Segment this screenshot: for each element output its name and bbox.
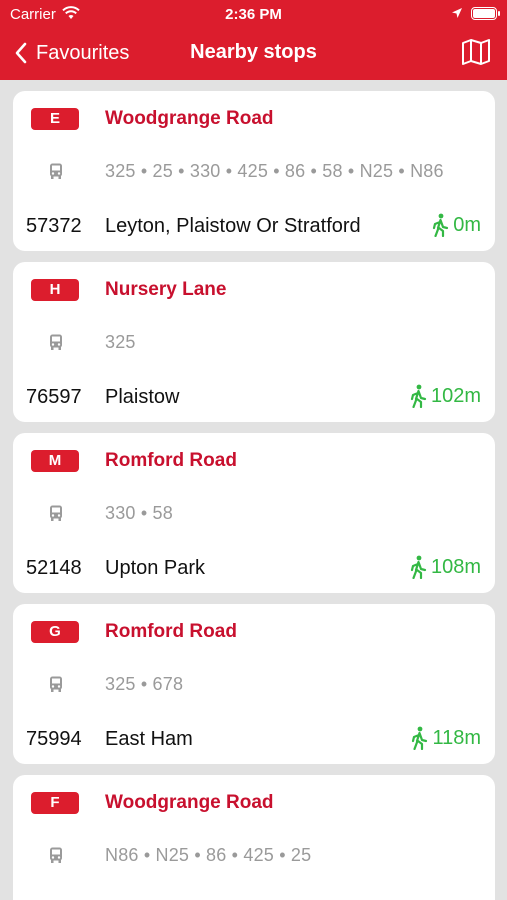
walking-distance: 102m (409, 384, 481, 408)
walking-distance-value: 102m (430, 384, 481, 407)
stop-code: 75994 (26, 728, 82, 750)
clock: 2:36 PM (225, 6, 282, 23)
stop-letter-badge: G (31, 621, 79, 643)
walking-distance: 0m (431, 213, 481, 237)
stop-destination: East Ham (105, 728, 193, 750)
navigation-bar: Carrier 2:36 PM Favourites Nearby stops (0, 0, 507, 80)
stop-destination: Plaistow (105, 386, 180, 408)
route-list: 325 • 25 • 330 • 425 • 86 • 58 • N25 • N… (105, 161, 444, 181)
stop-name: Nursery Lane (105, 279, 227, 300)
stop-code: 52148 (26, 557, 82, 579)
bus-icon (50, 676, 62, 692)
page-title: Nearby stops (190, 41, 317, 63)
stop-code: 57372 (26, 215, 82, 237)
walking-distance-value: 118m (432, 726, 481, 749)
stop-card[interactable]: E Woodgrange Road 325 • 25 • 330 • 425 •… (13, 91, 495, 251)
walking-person-icon (412, 726, 428, 750)
stop-letter-badge: H (31, 279, 79, 301)
stop-letter-badge: F (31, 792, 79, 814)
walking-distance-value: 108m (430, 555, 481, 578)
route-list: 325 • 678 (105, 674, 184, 694)
stop-card[interactable]: H Nursery Lane 325 76597 Plaistow 102m (13, 262, 495, 422)
bus-icon (50, 163, 62, 179)
walking-distance: 108m (409, 555, 481, 579)
stop-name: Woodgrange Road (105, 108, 274, 129)
stop-destination: Leyton, Plaistow Or Stratford (105, 215, 361, 237)
stop-name: Romford Road (105, 621, 237, 642)
walking-distance-value: 0m (453, 213, 481, 236)
bus-icon (50, 847, 62, 863)
stop-name: Romford Road (105, 450, 237, 471)
stop-code: 76597 (26, 386, 82, 408)
walking-person-icon (410, 555, 427, 579)
stop-name: Woodgrange Road (105, 792, 274, 813)
walking-distance: 118m (410, 726, 481, 750)
nearby-stops-list[interactable]: E Woodgrange Road 325 • 25 • 330 • 425 •… (0, 80, 507, 900)
bus-icon (50, 334, 62, 350)
walking-person-icon (433, 213, 449, 237)
walking-person-icon (410, 384, 427, 408)
map-icon[interactable] (461, 38, 491, 66)
route-list: N86 • N25 • 86 • 425 • 25 (105, 845, 312, 865)
stop-card[interactable]: M Romford Road 330 • 58 52148 Upton Park… (13, 433, 495, 593)
battery-icon (471, 7, 500, 20)
stop-card[interactable]: G Romford Road 325 • 678 75994 East Ham … (13, 604, 495, 764)
status-bar: Carrier 2:36 PM (0, 0, 507, 28)
route-list: 330 • 58 (105, 503, 173, 523)
stop-card[interactable]: F Woodgrange Road N86 • N25 • 86 • 425 •… (13, 775, 495, 900)
stop-letter-badge: E (31, 108, 79, 130)
route-list: 325 (105, 332, 136, 352)
bus-icon (50, 505, 62, 521)
location-arrow-icon (452, 8, 462, 18)
stop-destination: Upton Park (105, 557, 206, 579)
stop-letter-badge: M (31, 450, 79, 472)
